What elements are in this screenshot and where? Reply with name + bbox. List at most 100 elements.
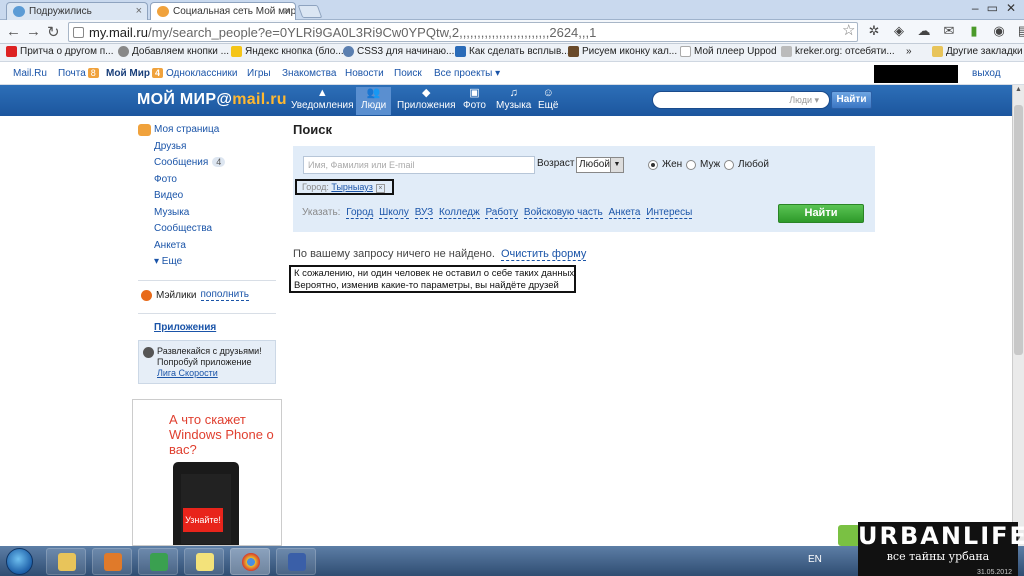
extension-icon[interactable]: ◉ — [991, 23, 1007, 39]
taskbar-chrome[interactable] — [230, 548, 270, 575]
city-value-link[interactable]: Тырныауз — [331, 182, 373, 192]
bookmark-item[interactable]: kreker.org: отсебяти... — [781, 46, 895, 57]
sidebar-item-photo[interactable]: Фото — [154, 174, 278, 191]
header-search-input[interactable]: Люди ▾ — [652, 91, 830, 109]
bell-icon: ▲ — [316, 87, 328, 99]
page-scrollbar[interactable]: ▲ ▼ — [1012, 85, 1024, 546]
sidebar-item-friends[interactable]: Друзья — [154, 141, 278, 158]
advertisement-banner[interactable]: А что скажет Windows Phone о вас? Узнайт… — [132, 399, 282, 546]
age-select[interactable]: Любой ▼ — [576, 157, 624, 173]
gender-radio-female[interactable]: Жен — [648, 159, 682, 170]
link-odnoklassniki[interactable]: Одноклассники — [166, 68, 237, 79]
bookmark-item[interactable]: Как сделать всплыв... — [455, 46, 570, 57]
ad-cta-button[interactable]: Узнайте! — [183, 508, 223, 532]
scroll-up-icon[interactable]: ▲ — [1013, 86, 1024, 96]
specify-work-link[interactable]: Работу — [485, 207, 519, 219]
browser-tab-podruzhilis[interactable]: Подружились × — [6, 2, 148, 20]
minimize-icon[interactable]: – — [972, 1, 979, 15]
taskbar-explorer[interactable] — [46, 548, 86, 575]
specify-military-link[interactable]: Войсковую часть — [523, 207, 603, 219]
search-scope-select[interactable]: Люди ▾ — [789, 95, 819, 105]
sidebar-item-video[interactable]: Видео — [154, 190, 278, 207]
bookmark-item[interactable]: CSS3 для начинаю... — [343, 46, 454, 57]
sidebar-item-my-page[interactable]: Моя страница — [138, 124, 278, 141]
mailiki-balance: Мэйлики пополнить — [141, 289, 249, 301]
taskbar-media-player[interactable] — [92, 548, 132, 575]
remove-filter-icon[interactable]: × — [375, 184, 385, 193]
bookmark-label: Рисуем иконку кал... — [582, 46, 678, 57]
logout-link[interactable]: выход — [972, 68, 1001, 79]
sidebar-item-communities[interactable]: Сообщества — [154, 223, 278, 240]
reload-icon[interactable]: ↻ — [47, 23, 60, 41]
extension-icon[interactable]: ▮ — [966, 23, 982, 39]
logo-domain: mail.ru — [232, 91, 287, 108]
sidebar-item-profile[interactable]: Анкета — [154, 240, 278, 257]
bookmark-item[interactable]: Притча о другом п... — [6, 46, 113, 57]
bookmark-item[interactable]: Добавляем кнопки ... — [118, 46, 229, 57]
extension-icon[interactable]: ✉ — [941, 23, 957, 39]
close-icon[interactable]: × — [136, 5, 142, 17]
link-igry[interactable]: Игры — [247, 68, 271, 79]
link-poisk[interactable]: Поиск — [394, 68, 422, 79]
new-tab-button[interactable] — [297, 5, 323, 18]
taskbar-app[interactable] — [138, 548, 178, 575]
nav-people[interactable]: 👥 Люди — [356, 87, 392, 115]
nav-photo[interactable]: ▣ Фото — [458, 87, 491, 115]
scrollbar-thumb[interactable] — [1014, 105, 1023, 355]
sidebar-item-more[interactable]: ▾ Еще — [154, 256, 278, 273]
specify-interests-link[interactable]: Интересы — [646, 207, 693, 219]
gender-radio-male[interactable]: Муж — [686, 159, 720, 170]
bookmark-item[interactable]: Рисуем иконку кал... — [568, 46, 677, 57]
forward-icon[interactable]: → — [26, 23, 41, 40]
promo-app-link[interactable]: Лига Скорости — [157, 368, 218, 378]
sidebar-item-messages[interactable]: Сообщения 4 — [154, 157, 278, 174]
bookmark-item[interactable]: Яндекс кнопка (бло... — [231, 46, 344, 57]
tab-title: Социальная сеть Мой мир — [173, 6, 296, 17]
address-bar[interactable]: my.mail.ru/my/search_people?e=0YLRi9GA0L… — [68, 22, 858, 42]
specify-school-link[interactable]: Школу — [379, 207, 409, 219]
close-window-icon[interactable]: ✕ — [1006, 1, 1016, 15]
link-znakomstva[interactable]: Знакомства — [282, 68, 336, 79]
link-pochta[interactable]: Почта 8 — [58, 68, 99, 79]
tray-app-icon[interactable] — [838, 525, 860, 546]
specify-university-link[interactable]: ВУЗ — [414, 207, 434, 219]
bookmark-item[interactable]: Мой плеер Uppod — [680, 46, 777, 57]
close-icon[interactable]: × — [284, 5, 290, 17]
name-search-input[interactable]: Имя, Фамилия или E-mail — [303, 156, 535, 174]
start-button[interactable] — [6, 548, 33, 575]
taskbar-app[interactable] — [276, 548, 316, 575]
mailiki-topup-link[interactable]: пополнить — [200, 289, 249, 301]
bookmarks-overflow-icon[interactable]: » — [906, 46, 912, 57]
moimir-logo[interactable]: МОЙ МИР@mail.ru — [137, 91, 287, 109]
nav-apps[interactable]: ◆ Приложения — [392, 87, 461, 115]
link-all-projects[interactable]: Все проекты ▾ — [434, 68, 500, 79]
nav-music[interactable]: ♫ Музыка — [491, 87, 536, 115]
nav-more[interactable]: ☺ Ещё — [533, 87, 563, 115]
sidebar-item-music[interactable]: Музыка — [154, 207, 278, 224]
language-indicator[interactable]: EN — [808, 554, 822, 565]
browser-tab-moimir[interactable]: Социальная сеть Мой мир × — [150, 2, 296, 20]
link-mailru[interactable]: Mail.Ru — [13, 68, 47, 79]
bookmark-star-icon[interactable]: ☆ — [842, 21, 855, 39]
extension-icon[interactable]: ☁ — [916, 23, 932, 39]
specify-city-link[interactable]: Город — [346, 207, 374, 219]
back-icon[interactable]: ← — [6, 23, 21, 40]
gear-icon[interactable]: ✲ — [866, 23, 882, 39]
nav-notifications[interactable]: ▲ Уведомления — [286, 87, 359, 115]
sidebar-apps-link[interactable]: Приложения — [154, 322, 216, 333]
taskbar-app[interactable] — [184, 548, 224, 575]
clear-form-link[interactable]: Очистить форму — [500, 248, 587, 261]
specify-profile-link[interactable]: Анкета — [608, 207, 641, 219]
url-host: my.mail.ru — [89, 25, 148, 40]
other-bookmarks[interactable]: Другие закладки — [932, 46, 1023, 57]
link-novosti[interactable]: Новости — [345, 68, 384, 79]
maximize-icon[interactable]: ▭ — [987, 1, 998, 15]
extension-icon[interactable]: ◈ — [891, 23, 907, 39]
specify-college-link[interactable]: Колледж — [438, 207, 480, 219]
link-moimir[interactable]: Мой Мир 4 — [106, 68, 163, 79]
gender-radio-any[interactable]: Любой — [724, 159, 769, 170]
page-menu-icon[interactable]: ▤ — [1016, 23, 1024, 39]
sidebar-divider — [138, 313, 276, 314]
header-search-button[interactable]: Найти — [831, 91, 872, 109]
find-button[interactable]: Найти — [778, 204, 864, 223]
